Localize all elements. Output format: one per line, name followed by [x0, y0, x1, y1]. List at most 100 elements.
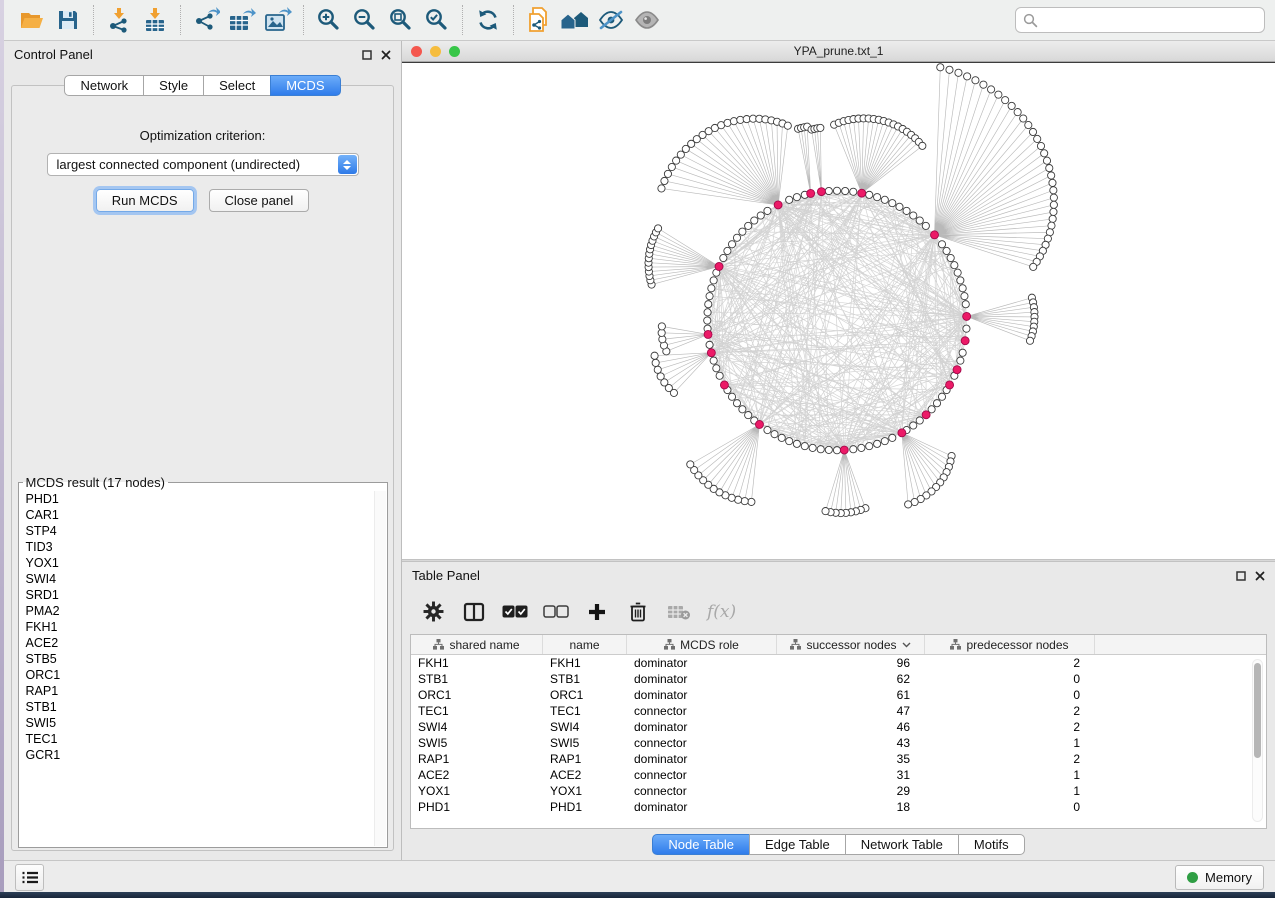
cell-predecessor-nodes[interactable]: 2: [925, 751, 1095, 767]
cell-mcds-role[interactable]: dominator: [627, 719, 777, 735]
cell-predecessor-nodes[interactable]: 1: [925, 735, 1095, 751]
graph-node[interactable]: [724, 247, 731, 254]
cell-successor-nodes[interactable]: 62: [777, 671, 925, 687]
graph-node[interactable]: [661, 177, 668, 184]
graph-mcds-hub-node[interactable]: [931, 231, 939, 239]
graph-node[interactable]: [710, 357, 717, 364]
graph-node[interactable]: [733, 400, 740, 407]
graph-node[interactable]: [716, 372, 723, 379]
graph-node[interactable]: [866, 443, 873, 450]
cell-successor-nodes[interactable]: 61: [777, 687, 925, 703]
graph-node[interactable]: [654, 225, 661, 232]
cell-name[interactable]: SWI4: [543, 719, 627, 735]
graph-mcds-hub-node[interactable]: [963, 312, 971, 320]
table-row[interactable]: TEC1TEC1connector472: [411, 703, 1266, 719]
graph-node[interactable]: [881, 438, 888, 445]
graph-node[interactable]: [922, 222, 929, 229]
graph-node[interactable]: [874, 440, 881, 447]
export-image-icon[interactable]: [260, 3, 296, 37]
graph-node[interactable]: [733, 234, 740, 241]
graph-node[interactable]: [673, 157, 680, 164]
cell-name[interactable]: FKH1: [543, 655, 627, 671]
mcds-result-item[interactable]: ACE2: [26, 635, 380, 651]
graph-node[interactable]: [1050, 208, 1057, 215]
graph-node[interactable]: [881, 196, 888, 203]
deselect-all-rows-icon[interactable]: [543, 599, 569, 625]
cell-shared-name[interactable]: ORC1: [411, 687, 543, 703]
tab-network[interactable]: Network: [64, 75, 144, 96]
table-row[interactable]: YOX1YOX1connector291: [411, 783, 1266, 799]
mcds-result-list[interactable]: PHD1CAR1STP4TID3YOX1SWI4SRD1PMA2FKH1ACE2…: [19, 490, 387, 764]
graph-node[interactable]: [1025, 121, 1032, 128]
graph-node[interactable]: [938, 393, 945, 400]
cell-successor-nodes[interactable]: 35: [777, 751, 925, 767]
graph-node[interactable]: [1020, 115, 1027, 122]
tab-mcds[interactable]: MCDS: [270, 75, 340, 96]
hide-selected-eye-icon[interactable]: [593, 3, 629, 37]
graph-node[interactable]: [866, 191, 873, 198]
table-row[interactable]: ACE2ACE2connector311: [411, 767, 1266, 783]
graph-node[interactable]: [745, 411, 752, 418]
tab-network-table[interactable]: Network Table: [845, 834, 959, 855]
graph-node[interactable]: [961, 293, 968, 300]
table-row[interactable]: ORC1ORC1dominator610: [411, 687, 1266, 703]
graph-node[interactable]: [728, 393, 735, 400]
search-field[interactable]: [1015, 7, 1265, 33]
graph-node[interactable]: [951, 262, 958, 269]
tab-edge-table[interactable]: Edge Table: [749, 834, 846, 855]
graph-node[interactable]: [825, 187, 832, 194]
mcds-result-item[interactable]: FKH1: [26, 619, 380, 635]
graph-node[interactable]: [1046, 164, 1053, 171]
delete-column-trash-icon[interactable]: [625, 599, 651, 625]
graph-node[interactable]: [741, 498, 748, 505]
graph-node[interactable]: [651, 352, 658, 359]
graph-mcds-hub-node[interactable]: [858, 189, 866, 197]
graph-node[interactable]: [652, 359, 659, 366]
cell-successor-nodes[interactable]: 29: [777, 783, 925, 799]
graph-node[interactable]: [704, 309, 711, 316]
graph-mcds-hub-node[interactable]: [961, 337, 969, 345]
cell-mcds-role[interactable]: dominator: [627, 671, 777, 687]
mcds-result-item[interactable]: ORC1: [26, 667, 380, 683]
graph-node[interactable]: [730, 118, 737, 125]
graph-node[interactable]: [955, 69, 962, 76]
cell-name[interactable]: ACE2: [543, 767, 627, 783]
export-network-icon[interactable]: [188, 3, 224, 37]
column-header-successor-nodes[interactable]: successor nodes: [777, 635, 925, 654]
cell-predecessor-nodes[interactable]: 2: [925, 655, 1095, 671]
graph-mcds-hub-node[interactable]: [946, 381, 954, 389]
graph-node[interactable]: [668, 163, 675, 170]
graph-node[interactable]: [1034, 135, 1041, 142]
tab-style[interactable]: Style: [143, 75, 204, 96]
graph-node[interactable]: [959, 285, 966, 292]
graph-node[interactable]: [654, 366, 661, 373]
zoom-in-icon[interactable]: [311, 3, 347, 37]
graph-node[interactable]: [910, 422, 917, 429]
mcds-result-item[interactable]: YOX1: [26, 555, 380, 571]
cell-successor-nodes[interactable]: 47: [777, 703, 925, 719]
graph-mcds-hub-node[interactable]: [817, 188, 825, 196]
graph-node[interactable]: [933, 400, 940, 407]
graph-node[interactable]: [739, 228, 746, 235]
graph-node[interactable]: [903, 207, 910, 214]
graph-node[interactable]: [687, 461, 694, 468]
graph-mcds-hub-node[interactable]: [922, 411, 930, 419]
graph-node[interactable]: [850, 188, 857, 195]
tab-node-table[interactable]: Node Table: [652, 834, 750, 855]
save-session-icon[interactable]: [50, 3, 86, 37]
graph-node[interactable]: [793, 440, 800, 447]
cell-predecessor-nodes[interactable]: 0: [925, 799, 1095, 815]
graph-node[interactable]: [972, 77, 979, 84]
cell-mcds-role[interactable]: dominator: [627, 655, 777, 671]
zoom-fit-icon[interactable]: [383, 3, 419, 37]
column-header-predecessor-nodes[interactable]: predecessor nodes: [925, 635, 1095, 654]
cell-name[interactable]: YOX1: [543, 783, 627, 799]
graph-node[interactable]: [1050, 201, 1057, 208]
graph-node[interactable]: [957, 357, 964, 364]
table-row[interactable]: SWI5SWI5connector431: [411, 735, 1266, 751]
cell-name[interactable]: ORC1: [543, 687, 627, 703]
mcds-result-item[interactable]: SWI4: [26, 571, 380, 587]
mcds-result-item[interactable]: RAP1: [26, 683, 380, 699]
cell-shared-name[interactable]: SWI4: [411, 719, 543, 735]
graph-node[interactable]: [771, 431, 778, 438]
